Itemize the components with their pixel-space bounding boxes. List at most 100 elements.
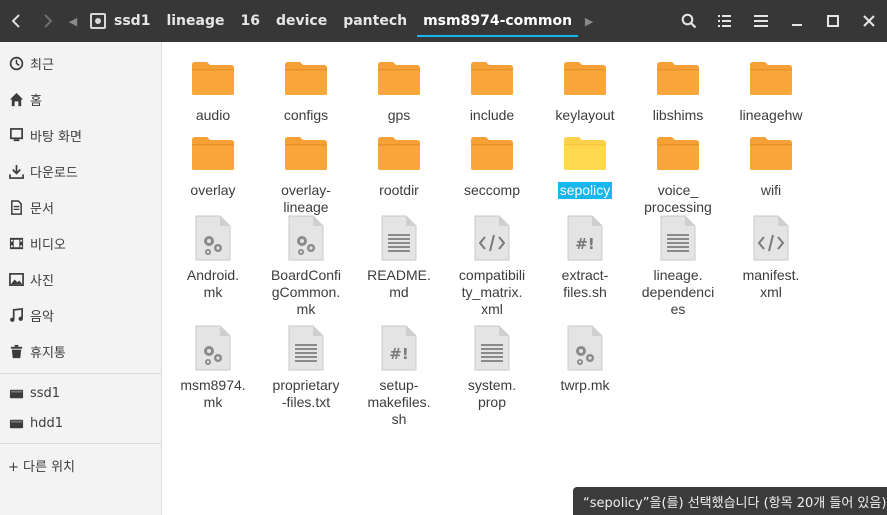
clock-icon [8,55,24,71]
picture-icon [8,271,24,287]
script-file-icon: #! [540,210,630,266]
breadcrumb-item-ssd1[interactable]: ssd1 [82,0,158,42]
sidebar-item-videos[interactable]: 비디오 [0,228,161,258]
file-item[interactable]: lineage. dependenci es [633,210,723,318]
file-item[interactable]: keylayout [540,50,630,124]
sidebar-item-home[interactable]: 홈 [0,84,161,114]
breadcrumb-right-arrow[interactable]: ▶ [580,0,598,42]
breadcrumb-item-msm8974-common[interactable]: msm8974-common [415,0,580,42]
file-name: twrp.mk [560,377,610,393]
back-button[interactable] [0,0,32,42]
file-item[interactable]: voice_ processing [633,125,723,216]
file-item[interactable]: Android. mk [168,210,258,301]
svg-text:#!: #! [575,235,594,253]
file-item[interactable]: gps [354,50,444,124]
file-item[interactable]: BoardConfi gCommon. mk [261,210,351,318]
folder-icon [261,125,351,181]
makefile-icon [261,210,351,266]
file-name: libshims [652,107,704,123]
file-name: msm8974. mk [180,377,246,410]
file-name: Android. mk [186,267,240,300]
file-item[interactable]: proprietary -files.txt [261,320,351,411]
close-button[interactable] [851,0,887,42]
folder-icon [354,50,444,106]
file-item[interactable]: overlay-lineage [261,125,351,216]
file-item[interactable]: include [447,50,537,124]
file-item[interactable]: audio [168,50,258,124]
file-item[interactable]: system. prop [447,320,537,411]
file-item[interactable]: sepolicy [540,125,630,199]
file-item[interactable]: twrp.mk [540,320,630,394]
text-file-icon [447,320,537,376]
file-item[interactable]: README. md [354,210,444,301]
sidebar-item-desktop[interactable]: 바탕 화면 [0,120,161,150]
text-file-icon [354,210,444,266]
file-name: lineagehw [739,107,803,123]
file-name: manifest. xml [742,267,800,300]
maximize-button[interactable] [815,0,851,42]
menu-button[interactable] [743,0,779,42]
view-list-button[interactable] [707,0,743,42]
file-item[interactable]: configs [261,50,351,124]
file-item[interactable]: wifi [726,125,816,199]
file-grid: audio configs gps include keylayout libshims l… [163,42,887,515]
file-item[interactable]: overlay [168,125,258,199]
text-file-icon [633,210,723,266]
breadcrumb: ssd1 lineage 16 device pantech msm8974-c… [82,0,580,42]
file-item[interactable]: lineagehw [726,50,816,124]
trash-icon [8,343,24,359]
file-item[interactable]: manifest. xml [726,210,816,301]
home-icon [8,91,24,107]
file-name: gps [387,107,411,123]
video-icon [8,235,24,251]
search-button[interactable] [671,0,707,42]
breadcrumb-item-pantech[interactable]: pantech [335,0,415,42]
makefile-icon [168,210,258,266]
drive-icon [90,13,106,29]
sidebar-separator [0,443,161,444]
sidebar-item-trash[interactable]: 휴지통 [0,336,161,366]
file-item[interactable]: rootdir [354,125,444,199]
file-item[interactable]: seccomp [447,125,537,199]
drive-icon [8,385,24,401]
file-item[interactable]: compatibili ty_matrix. xml [447,210,537,318]
file-name: system. prop [467,377,517,410]
chevron-right-icon [44,14,53,28]
status-bar: “sepolicy”을(를) 선택했습니다 (항목 20개 들어 있음) [573,487,887,515]
folder-icon [261,50,351,106]
file-name: configs [283,107,329,123]
minimize-button[interactable] [779,0,815,42]
folder-icon [726,125,816,181]
breadcrumb-left-arrow[interactable]: ◀ [64,0,82,42]
sidebar-item-hdd1[interactable]: hdd1 [0,408,161,438]
sidebar-item-other-locations[interactable]: + 다른 위치 [0,450,161,480]
folder-icon [447,50,537,106]
document-icon [8,199,24,215]
sidebar-item-documents[interactable]: 문서 [0,192,161,222]
folder-icon [168,50,258,106]
breadcrumb-item-16[interactable]: 16 [232,0,267,42]
sidebar-item-pictures[interactable]: 사진 [0,264,161,294]
file-item[interactable]: #! setup-makefiles. sh [354,320,444,428]
file-item[interactable]: msm8974. mk [168,320,258,411]
file-name: rootdir [379,182,419,198]
sidebar-item-downloads[interactable]: 다운로드 [0,156,161,186]
folder-icon [540,125,630,181]
file-name: audio [195,107,231,123]
file-name: keylayout [555,107,615,123]
sidebar-item-ssd1[interactable]: ssd1 [0,378,161,408]
file-name: lineage. dependenci es [641,267,715,317]
download-icon [8,163,24,179]
folder-icon [540,50,630,106]
file-name: BoardConfi gCommon. mk [270,267,342,317]
breadcrumb-item-lineage[interactable]: lineage [158,0,232,42]
sidebar-item-music[interactable]: 음악 [0,300,161,330]
file-name: setup-makefiles. sh [367,377,431,427]
desktop-icon [8,127,24,143]
chevron-left-icon [11,14,20,28]
breadcrumb-item-device[interactable]: device [268,0,335,42]
file-item[interactable]: libshims [633,50,723,124]
sidebar-item-recent[interactable]: 최근 [0,48,161,78]
forward-button[interactable] [32,0,64,42]
file-item[interactable]: #! extract-files.sh [540,210,630,301]
